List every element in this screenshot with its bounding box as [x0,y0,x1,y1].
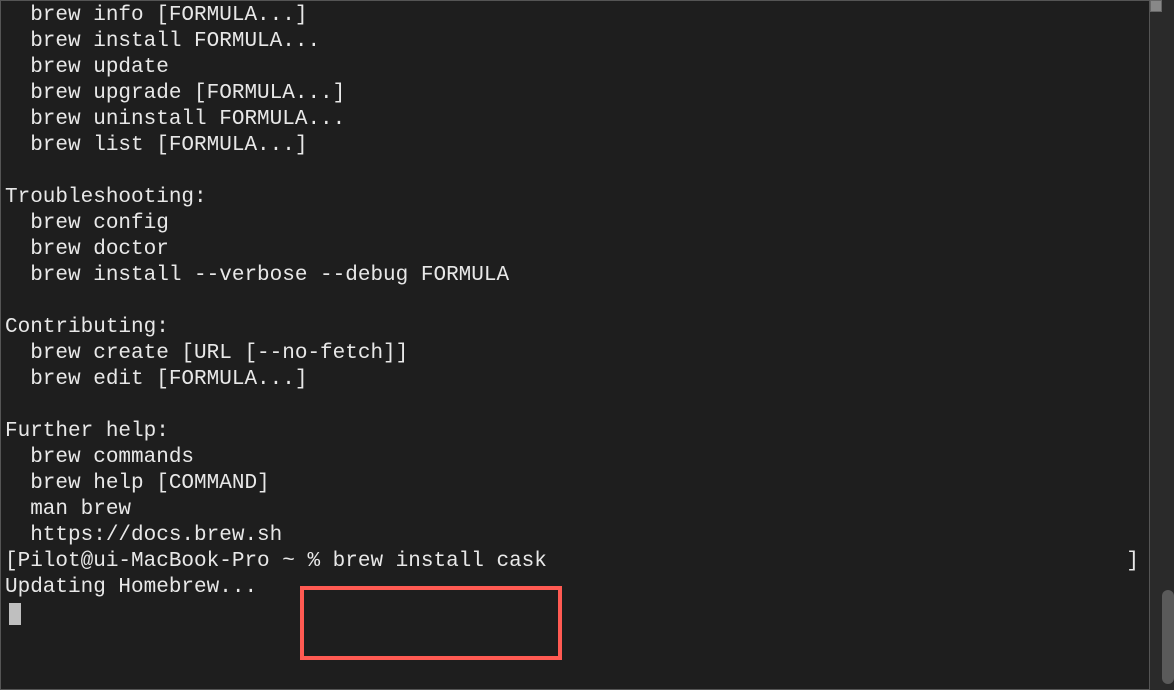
terminal-line: brew help [COMMAND] [5,471,1145,497]
prompt-command: brew install cask [333,550,547,573]
terminal-prompt: [Pilot@ui-MacBook-Pro ~ % brew install c… [5,549,547,575]
terminal-line: Contributing: [5,315,1145,341]
terminal-line [5,393,1145,419]
terminal-status-line: Updating Homebrew... [5,575,1145,601]
terminal-prompt-line[interactable]: [Pilot@ui-MacBook-Pro ~ % brew install c… [5,549,1145,575]
terminal-line: Troubleshooting: [5,185,1145,211]
terminal-line: brew upgrade [FORMULA...] [5,81,1145,107]
terminal-line: brew commands [5,445,1145,471]
terminal-line: man brew [5,497,1145,523]
prompt-suffix: ] [1126,549,1145,575]
terminal-line: brew uninstall FORMULA... [5,107,1145,133]
terminal-line: brew config [5,211,1145,237]
terminal-line: Further help: [5,419,1145,445]
terminal-line: brew edit [FORMULA...] [5,367,1145,393]
cursor-block [9,603,21,625]
terminal-line: brew create [URL [--no-fetch]] [5,341,1145,367]
prompt-prefix: [Pilot@ui-MacBook-Pro ~ % [5,550,333,573]
terminal-line [5,289,1145,315]
terminal-line: brew install --verbose --debug FORMULA [5,263,1145,289]
scrollbar-track[interactable] [1162,0,1174,690]
terminal-line: https://docs.brew.sh [5,523,1145,549]
scrollbar-thumb[interactable] [1162,590,1174,684]
terminal-line [5,159,1145,185]
terminal-line: brew info [FORMULA...] [5,3,1145,29]
terminal-line: brew install FORMULA... [5,29,1145,55]
scroll-position-marker [1150,0,1162,12]
terminal-line: brew list [FORMULA...] [5,133,1145,159]
terminal-line: brew doctor [5,237,1145,263]
terminal-window[interactable]: brew info [FORMULA...] brew install FORM… [0,0,1150,690]
terminal-output[interactable]: brew info [FORMULA...] brew install FORM… [1,1,1149,627]
terminal-line: brew update [5,55,1145,81]
terminal-cursor-line[interactable] [5,601,1145,627]
